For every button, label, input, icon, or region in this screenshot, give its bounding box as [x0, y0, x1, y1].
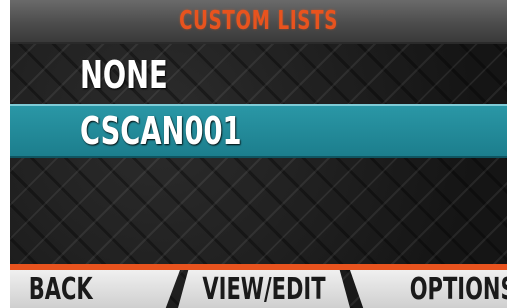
softkey-bar: BACK VIEW/EDIT OPTIONS: [10, 264, 507, 308]
list-item-label: NONE: [80, 53, 168, 97]
device-screen: CUSTOM LISTS NONE CSCAN001 BACK VIEW/EDI…: [10, 0, 507, 308]
back-button-label: BACK: [29, 271, 93, 307]
list-item-cscan001[interactable]: CSCAN001: [10, 104, 507, 158]
view-edit-button-label: VIEW/EDIT: [202, 271, 326, 307]
options-button[interactable]: OPTIONS: [350, 270, 507, 308]
back-button[interactable]: BACK: [10, 270, 180, 308]
options-button-label: OPTIONS: [409, 271, 507, 307]
view-edit-button[interactable]: VIEW/EDIT: [178, 270, 350, 308]
page-title: CUSTOM LISTS: [179, 6, 338, 36]
softkey-divider: [10, 264, 507, 270]
list-item-none[interactable]: NONE: [10, 50, 507, 100]
title-bar: CUSTOM LISTS: [10, 0, 507, 44]
list-item-label: CSCAN001: [80, 109, 242, 153]
